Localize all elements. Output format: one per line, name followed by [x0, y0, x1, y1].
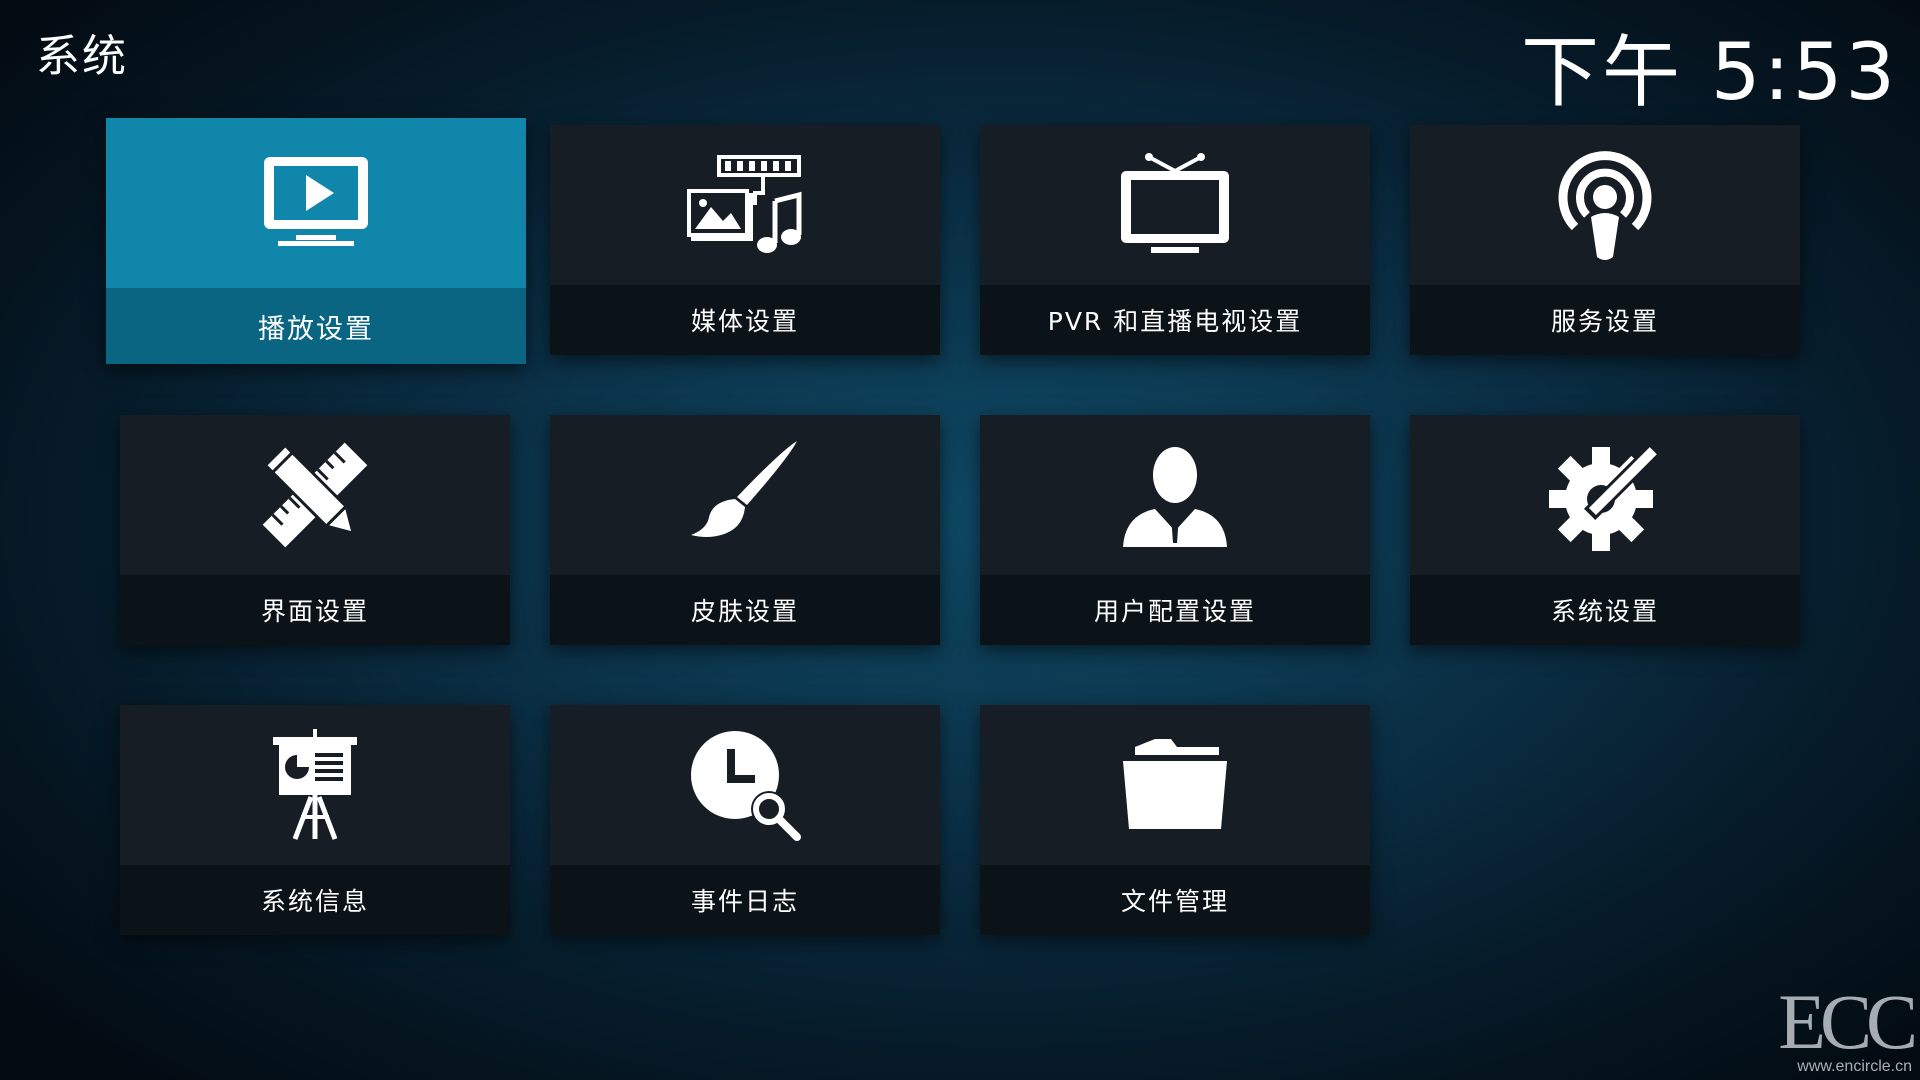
tile-pvr-settings[interactable]: PVR 和直播电视设置: [980, 125, 1370, 355]
tv-antenna-icon: [1121, 153, 1229, 253]
clock: 下午 5:53: [1521, 28, 1898, 118]
folder-icon: [1123, 739, 1227, 829]
tv-play-icon: [264, 157, 368, 246]
watermark: ECC www.encircle.cn: [1778, 978, 1918, 1076]
tile-label: 系统设置: [1410, 575, 1800, 645]
tile-label: 事件日志: [550, 865, 940, 935]
paintbrush-icon: [691, 441, 797, 537]
podcast-icon: [1558, 151, 1652, 260]
presentation-board-icon: [273, 729, 357, 840]
tile-media-settings[interactable]: 媒体设置: [550, 125, 940, 355]
clock-search-icon: [691, 731, 801, 841]
tile-services-settings[interactable]: 服务设置: [1410, 125, 1800, 355]
pencil-ruler-icon: [262, 442, 368, 548]
tile-system-info[interactable]: 系统信息: [120, 705, 510, 935]
tile-label: 播放设置: [106, 288, 526, 364]
watermark-url: www.encircle.cn: [1797, 1058, 1912, 1075]
tile-interface-settings[interactable]: 界面设置: [120, 415, 510, 645]
tile-label: 系统信息: [120, 865, 510, 935]
watermark-logo: ECC: [1778, 978, 1918, 1065]
tile-label: PVR 和直播电视设置: [980, 285, 1370, 355]
tile-skin-settings[interactable]: 皮肤设置: [550, 415, 940, 645]
tile-playback-settings[interactable]: 播放设置: [106, 118, 526, 364]
screen-title: 系统: [36, 31, 128, 82]
tile-system-settings[interactable]: 系统设置: [1410, 415, 1800, 645]
tile-label: 用户配置设置: [980, 575, 1370, 645]
tile-file-manager[interactable]: 文件管理: [980, 705, 1370, 935]
tile-label: 服务设置: [1410, 285, 1800, 355]
tile-label: 文件管理: [980, 865, 1370, 935]
tile-label: 皮肤设置: [550, 575, 940, 645]
tile-profile-settings[interactable]: 用户配置设置: [980, 415, 1370, 645]
tile-label: 媒体设置: [550, 285, 940, 355]
tile-label: 界面设置: [120, 575, 510, 645]
tile-event-log[interactable]: 事件日志: [550, 705, 940, 935]
gear-wrench-icon: [1549, 442, 1662, 551]
user-profile-icon: [1123, 447, 1227, 547]
media-icon: [687, 155, 802, 253]
